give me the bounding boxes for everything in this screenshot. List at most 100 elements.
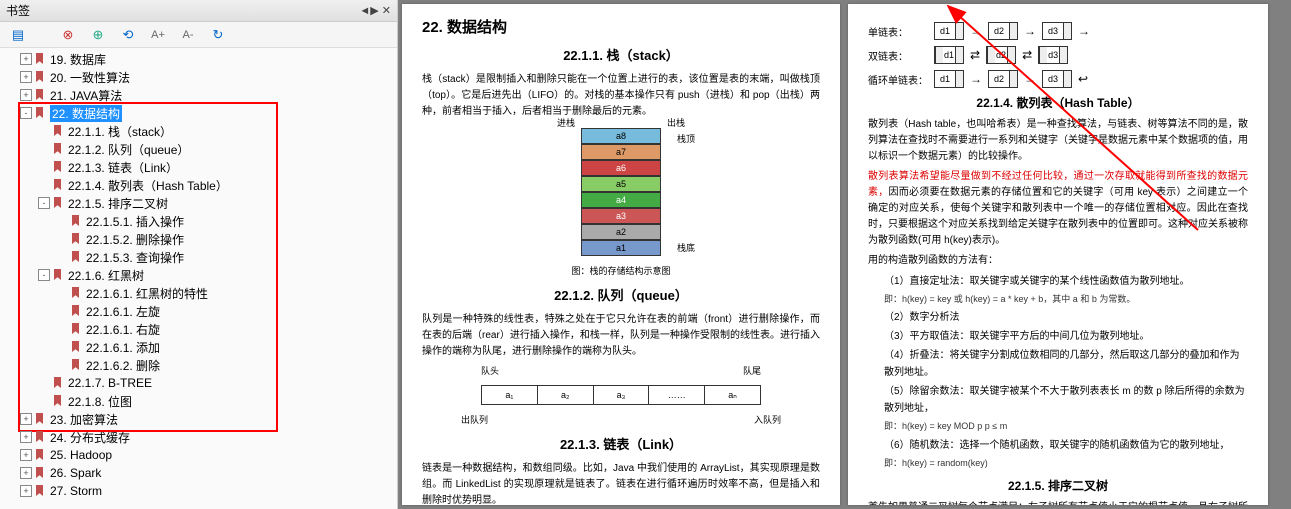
expand-icon <box>56 287 68 299</box>
bookmark-item[interactable]: 22.1.3. 链表（Link） <box>0 158 397 176</box>
expand-icon[interactable]: + <box>20 413 32 425</box>
bookmark-label[interactable]: 22.1.4. 散列表（Hash Table） <box>68 177 228 194</box>
bookmark-label[interactable]: 22.1.6.2. 删除 <box>86 357 160 374</box>
expand-icon[interactable]: + <box>20 71 32 83</box>
single-list-figure: 单链表： d1→ d2→ d3→ <box>868 22 1248 40</box>
expand-icon[interactable]: + <box>20 467 32 479</box>
para-link: 链表是一种数据结构，和数组同级。比如，Java 中我们使用的 ArrayList… <box>422 461 820 505</box>
bookmark-icon <box>34 467 46 479</box>
heading-queue: 22.1.2. 队列（queue） <box>422 285 820 304</box>
bookmark-label[interactable]: 22.1.5.2. 删除操作 <box>86 231 184 248</box>
bookmark-item[interactable]: 22.1.4. 散列表（Hash Table） <box>0 176 397 194</box>
bookmark-item[interactable]: - 22. 数据结构 <box>0 104 397 122</box>
expand-icon <box>38 143 50 155</box>
bookmark-label[interactable]: 26. Spark <box>50 466 101 480</box>
bookmark-item[interactable]: - 22.1.6. 红黑树 <box>0 266 397 284</box>
bookmark-label[interactable]: 22.1.5.3. 查询操作 <box>86 249 184 266</box>
expand-icon <box>56 233 68 245</box>
bookmark-item[interactable]: 22.1.1. 栈（stack） <box>0 122 397 140</box>
bookmark-item[interactable]: +24. 分布式缓存 <box>0 428 397 446</box>
bookmark-label[interactable]: 22.1.8. 位图 <box>68 393 132 410</box>
bookmark-item[interactable]: 22.1.6.2. 删除 <box>0 356 397 374</box>
double-list-figure: 双链表： d1⇄ d2⇄ d3 <box>868 46 1248 64</box>
bookmark-icon <box>52 143 64 155</box>
font-decrease-icon[interactable]: A- <box>180 27 196 43</box>
bookmark-item[interactable]: 22.1.6.1. 左旋 <box>0 302 397 320</box>
bookmark-label[interactable]: 20. 一致性算法 <box>50 69 130 86</box>
bookmark-label[interactable]: 24. 分布式缓存 <box>50 429 130 446</box>
bookmark-item[interactable]: 22.1.2. 队列（queue） <box>0 140 397 158</box>
bookmark-item[interactable]: +27. Storm <box>0 482 397 500</box>
refresh-icon[interactable]: ↻ <box>210 27 226 43</box>
bookmark-icon <box>52 125 64 137</box>
expand-icon[interactable]: + <box>20 449 32 461</box>
bookmark-label[interactable]: 19. 数据库 <box>50 51 106 68</box>
bookmark-item[interactable]: 22.1.6.1. 红黑树的特性 <box>0 284 397 302</box>
bookmark-icon <box>70 323 82 335</box>
bookmark-label[interactable]: 22.1.1. 栈（stack） <box>68 123 172 140</box>
bookmark-item[interactable]: +19. 数据库 <box>0 50 397 68</box>
expand-icon[interactable]: - <box>20 107 32 119</box>
bookmark-icon <box>70 233 82 245</box>
bookmark-icon <box>52 197 64 209</box>
bookmark-label[interactable]: 22.1.6.1. 红黑树的特性 <box>86 285 208 302</box>
bookmark-label[interactable]: 27. Storm <box>50 484 102 498</box>
pdf-page-right: 单链表： d1→ d2→ d3→ 双链表： d1⇄ d2⇄ d3 循环单链表： … <box>848 4 1268 505</box>
bookmark-item[interactable]: +20. 一致性算法 <box>0 68 397 86</box>
bookmark-icon <box>34 413 46 425</box>
delete-bookmark-icon[interactable]: ⊗ <box>60 27 76 43</box>
bookmark-label[interactable]: 22.1.2. 队列（queue） <box>68 141 189 158</box>
sidebar-collapse-icon[interactable]: ◄▶ ✕ <box>359 4 391 17</box>
bookmark-item[interactable]: 22.1.5.1. 插入操作 <box>0 212 397 230</box>
stack-figure: 进栈 出栈 栈顶 栈底 a8 a7 a6 a5 a4 a3 a2 a1 <box>581 128 661 256</box>
bookmark-label[interactable]: 22.1.5. 排序二叉树 <box>68 195 168 212</box>
bookmark-sidebar: 书签 ◄▶ ✕ ▤ ⊗ ⊕ ⟲ A+ A- ↻ +19. 数据库+20. 一致性… <box>0 0 398 509</box>
expand-icon[interactable]: + <box>20 431 32 443</box>
para-hash-1: 散列表（Hash table，也叫哈希表）是一种查找算法，与链表、树等算法不同的… <box>868 117 1248 165</box>
add-bookmark-icon[interactable]: ⊕ <box>90 27 106 43</box>
bookmark-item[interactable]: - 22.1.5. 排序二叉树 <box>0 194 397 212</box>
queue-figure: a₁ a₂ a₃ …… aₙ <box>481 385 761 405</box>
goto-bookmark-icon[interactable]: ⟲ <box>120 27 136 43</box>
expand-icon <box>56 359 68 371</box>
bookmark-icon <box>34 89 46 101</box>
bookmark-label[interactable]: 22.1.7. B-TREE <box>68 376 152 390</box>
bookmark-label[interactable]: 25. Hadoop <box>50 448 112 462</box>
bookmark-item[interactable]: 22.1.7. B-TREE <box>0 374 397 392</box>
expand-icon[interactable]: - <box>38 269 50 281</box>
expand-icon <box>38 395 50 407</box>
view-icon[interactable]: ▤ <box>10 27 26 43</box>
bookmark-label[interactable]: 22.1.6.1. 右旋 <box>86 321 160 338</box>
hash-methods-list: （1）直接定址法：取关键字或关键字的某个线性函数值为散列地址。 即：h(key)… <box>884 273 1248 471</box>
bookmark-tree: +19. 数据库+20. 一致性算法+21. JAVA算法-22. 数据结构22… <box>0 48 397 509</box>
bookmark-label[interactable]: 22.1.3. 链表（Link） <box>68 159 178 176</box>
expand-icon[interactable]: + <box>20 485 32 497</box>
bookmark-item[interactable]: +23. 加密算法 <box>0 410 397 428</box>
bookmark-item[interactable]: +25. Hadoop <box>0 446 397 464</box>
bookmark-item[interactable]: 22.1.5.2. 删除操作 <box>0 230 397 248</box>
heading-stack: 22.1.1. 栈（stack） <box>422 45 820 64</box>
bookmark-item[interactable]: +21. JAVA算法 <box>0 86 397 104</box>
bookmark-label[interactable]: 22.1.6.1. 添加 <box>86 339 160 356</box>
bookmark-label[interactable]: 22.1.6. 红黑树 <box>68 267 144 284</box>
bookmark-label[interactable]: 21. JAVA算法 <box>50 87 122 104</box>
bookmark-item[interactable]: 22.1.6.1. 添加 <box>0 338 397 356</box>
document-viewport[interactable]: 22. 数据结构 22.1.1. 栈（stack） 栈（stack）是限制插入和… <box>398 0 1291 509</box>
bookmark-label[interactable]: 22.1.5.1. 插入操作 <box>86 213 184 230</box>
bookmark-item[interactable]: 22.1.6.1. 右旋 <box>0 320 397 338</box>
sidebar-header: 书签 ◄▶ ✕ <box>0 0 397 22</box>
bookmark-label[interactable]: 22.1.6.1. 左旋 <box>86 303 160 320</box>
expand-icon[interactable]: + <box>20 89 32 101</box>
para-stack: 栈（stack）是限制插入和删除只能在一个位置上进行的表，该位置是表的末端，叫做… <box>422 72 820 120</box>
font-increase-icon[interactable]: A+ <box>150 27 166 43</box>
circular-list-figure: 循环单链表： d1→ d2→ d3↩ <box>868 70 1248 88</box>
bookmark-icon <box>52 161 64 173</box>
bookmark-label[interactable]: 22. 数据结构 <box>50 105 122 122</box>
expand-icon <box>56 215 68 227</box>
bookmark-item[interactable]: 22.1.5.3. 查询操作 <box>0 248 397 266</box>
bookmark-item[interactable]: 22.1.8. 位图 <box>0 392 397 410</box>
bookmark-label[interactable]: 23. 加密算法 <box>50 411 118 428</box>
expand-icon[interactable]: - <box>38 197 50 209</box>
expand-icon[interactable]: + <box>20 53 32 65</box>
bookmark-item[interactable]: +26. Spark <box>0 464 397 482</box>
